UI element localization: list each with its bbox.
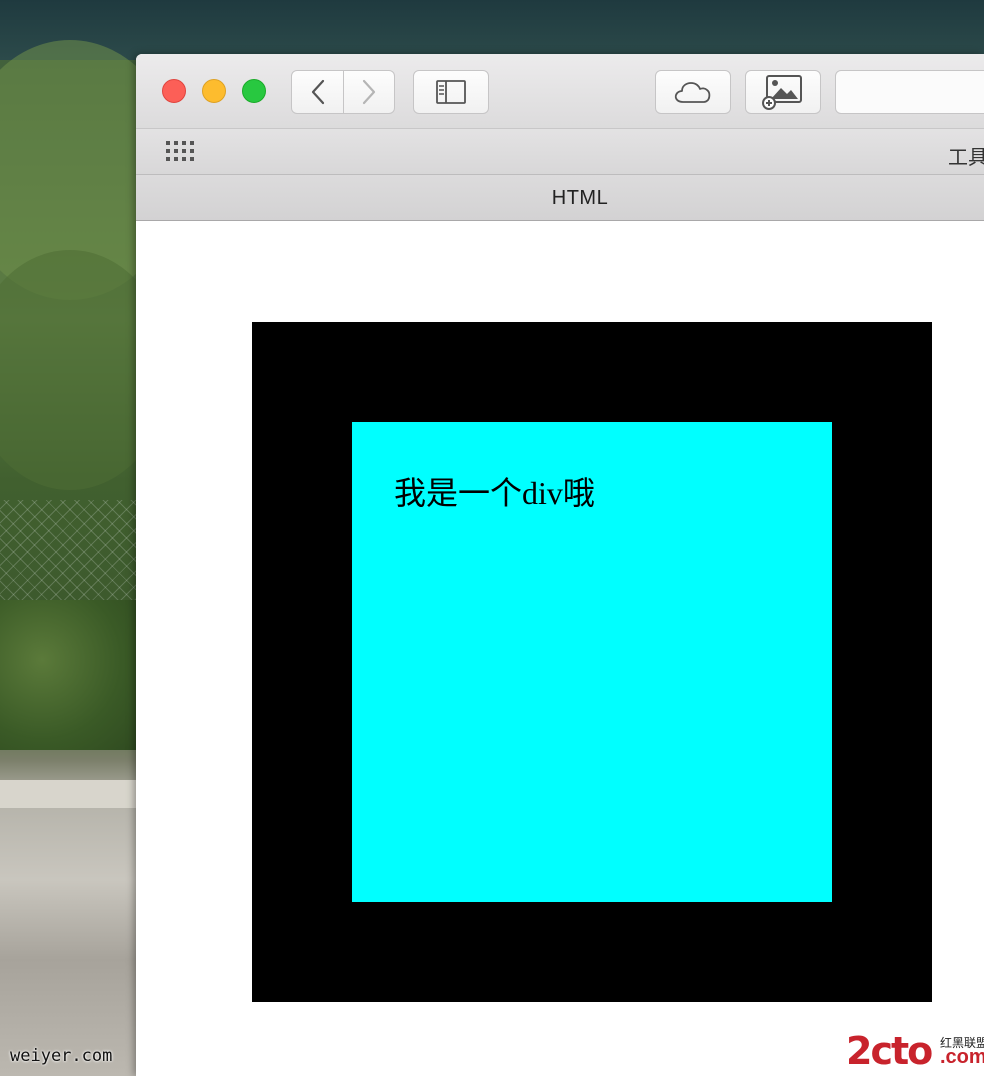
add-image-icon	[762, 75, 802, 110]
curb	[0, 780, 140, 808]
grid-icon[interactable]	[166, 141, 196, 163]
inner-div-text: 我是一个div哦	[394, 475, 595, 511]
browser-window: 工具 HTML 我是一个div哦	[136, 54, 984, 1076]
hedge	[0, 600, 140, 750]
forward-button[interactable]	[344, 70, 395, 114]
chevron-left-icon	[311, 79, 324, 105]
outer-black-div: 我是一个div哦	[252, 322, 932, 1002]
icloud-tabs-button[interactable]	[655, 70, 731, 114]
desktop-watermark: weiyer.com	[10, 1046, 113, 1066]
address-bar[interactable]	[835, 70, 984, 114]
fullscreen-window-button[interactable]	[242, 79, 266, 103]
cloud-icon	[674, 82, 711, 103]
tab-bar: HTML	[136, 175, 984, 221]
tab-title: HTML	[551, 187, 609, 209]
favorites-bar: 工具	[136, 129, 984, 175]
minimize-window-button[interactable]	[202, 79, 226, 103]
logo-text: 2cto	[846, 1029, 933, 1073]
add-image-button[interactable]	[745, 70, 821, 114]
inner-cyan-div: 我是一个div哦	[352, 422, 832, 902]
tab-html[interactable]: HTML	[136, 175, 984, 220]
close-window-button[interactable]	[162, 79, 186, 103]
fence	[0, 500, 140, 610]
chevron-right-icon	[362, 79, 376, 105]
sidebar-icon	[436, 80, 466, 104]
show-sidebar-button[interactable]	[413, 70, 489, 114]
site-logo: 2cto 红黑联盟 .com	[846, 1030, 984, 1072]
page-content: 我是一个div哦	[136, 221, 984, 1076]
logo-suffix: .com	[940, 1046, 984, 1068]
favorites-item-tools[interactable]: 工具	[948, 141, 984, 170]
back-button[interactable]	[291, 70, 344, 114]
toolbar	[136, 54, 984, 129]
